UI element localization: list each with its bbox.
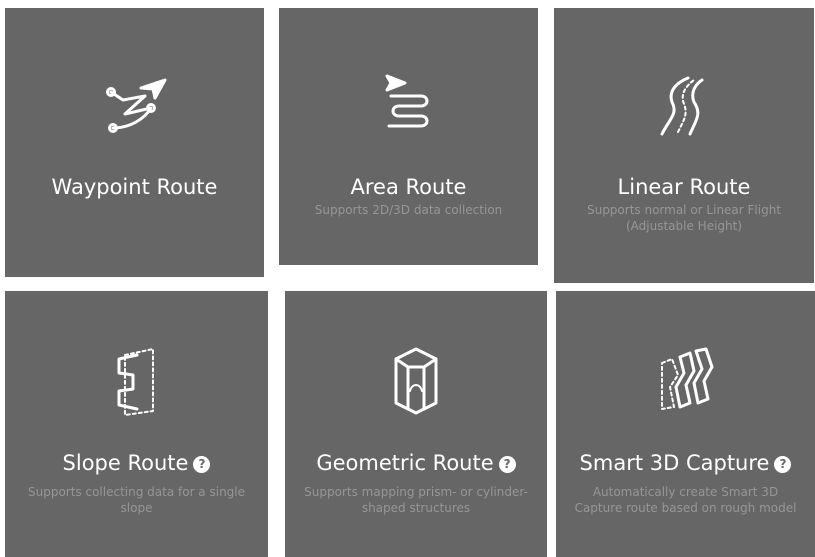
waypoint-route-icon	[95, 66, 175, 146]
area-route-icon	[369, 66, 449, 146]
card-title: Area Route	[350, 175, 467, 199]
card-title: Linear Route	[617, 175, 751, 199]
geometric-route-card[interactable]: Geometric Route? Supports mapping prism-…	[285, 291, 547, 557]
card-title: Slope Route?	[5, 450, 268, 476]
slope-route-icon	[97, 341, 177, 421]
card-title: Geometric Route?	[285, 450, 547, 476]
card-description: Supports normal or Linear Flight (Adjust…	[586, 203, 782, 233]
help-icon[interactable]: ?	[193, 456, 211, 473]
geometric-route-icon	[376, 341, 456, 421]
route-type-grid: Waypoint Route Area Route Supports 2D/3D…	[0, 0, 815, 557]
card-title: Waypoint Route	[51, 175, 218, 199]
card-title: Smart 3D Capture?	[556, 450, 815, 476]
linear-route-icon	[644, 66, 724, 146]
smart-3d-capture-icon	[646, 341, 726, 421]
card-description: Automatically create Smart 3D Capture ro…	[574, 485, 797, 515]
waypoint-route-card[interactable]: Waypoint Route	[5, 8, 264, 277]
help-icon[interactable]: ?	[498, 456, 516, 473]
help-icon[interactable]: ?	[774, 456, 792, 473]
card-description: Supports mapping prism- or cylinder-shap…	[304, 485, 528, 515]
card-description: Supports collecting data for a single sl…	[27, 485, 246, 515]
linear-route-card[interactable]: Linear Route Supports normal or Linear F…	[554, 8, 814, 283]
card-description: Supports 2D/3D data collection	[314, 203, 503, 217]
area-route-card[interactable]: Area Route Supports 2D/3D data collectio…	[279, 8, 538, 265]
slope-route-card[interactable]: Slope Route? Supports collecting data fo…	[5, 291, 268, 557]
smart-3d-capture-card[interactable]: Smart 3D Capture? Automatically create S…	[556, 291, 815, 557]
